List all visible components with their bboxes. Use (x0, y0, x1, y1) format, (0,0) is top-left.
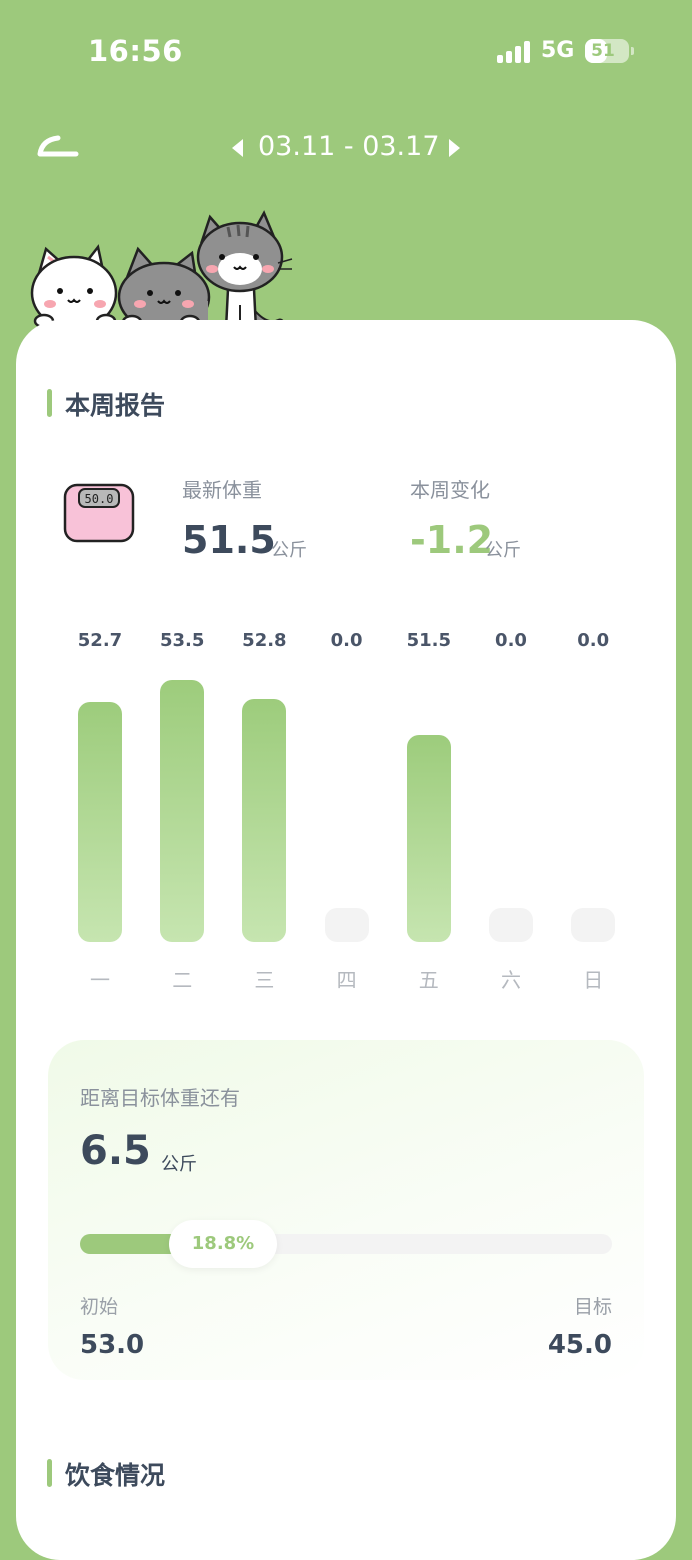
bar-value-label: 52.7 (77, 630, 123, 651)
week-range: 03.11 - 03.17 (258, 131, 440, 162)
battery-icon: 51 (585, 39, 634, 63)
bar-value-label: 53.5 (159, 630, 205, 651)
weight-bar[interactable] (78, 701, 122, 942)
day-label: 三 (254, 968, 275, 992)
next-week-icon[interactable] (444, 136, 464, 160)
target-weight-value: 45.0 (547, 1330, 612, 1360)
battery-level: 51 (591, 41, 615, 61)
weekly-change-unit: 公斤 (485, 540, 521, 561)
back-icon[interactable] (36, 132, 80, 162)
day-label: 日 (583, 968, 604, 992)
bar-value-label: 0.0 (577, 630, 610, 651)
report-card: 本周报告 50.0 最新体重 51.5 公斤 本周变化 -1.2 公斤 52.7… (16, 320, 676, 1560)
start-weight-label: 初始 (80, 1296, 119, 1318)
status-time: 16:56 (88, 34, 183, 68)
weight-bar[interactable] (160, 680, 205, 942)
network-type: 5G (541, 38, 575, 63)
scale-icon: 50.0 (63, 483, 135, 543)
weekly-change-value: -1.2 (410, 518, 494, 562)
bar-value-label: 0.0 (495, 630, 527, 651)
target-weight-label: 目标 (573, 1296, 612, 1318)
weight-bar[interactable] (406, 734, 451, 942)
weight-bar[interactable] (242, 699, 287, 942)
latest-weight-value: 51.5 (182, 518, 276, 562)
goal-progress-percent: 18.8% (169, 1220, 277, 1268)
goal-card: 距离目标体重还有 6.5 公斤 18.8% 初始 53.0 目标 45.0 (48, 1040, 644, 1380)
previous-week-icon[interactable] (228, 136, 248, 160)
weight-bar[interactable] (571, 908, 616, 942)
day-label: 六 (501, 968, 521, 992)
weight-bar[interactable] (324, 908, 369, 942)
weight-bar[interactable] (489, 908, 533, 942)
day-label: 二 (172, 968, 193, 992)
day-label: 一 (90, 968, 110, 992)
latest-weight-label: 最新体重 (182, 478, 262, 502)
goal-remaining-label: 距离目标体重还有 (80, 1086, 240, 1110)
signal-icon (497, 41, 531, 63)
start-weight-value: 53.0 (80, 1330, 145, 1360)
scale-display: 50.0 (85, 492, 114, 506)
status-bar: 16:56 5G 51 (0, 0, 692, 100)
goal-remaining-unit: 公斤 (161, 1154, 197, 1175)
bar-value-label: 51.5 (406, 630, 451, 651)
goal-progress-bar: 18.8% (80, 1220, 612, 1268)
weekly-report-title: 本周报告 (47, 386, 165, 422)
goal-remaining-value: 6.5 (80, 1128, 151, 1174)
day-label: 四 (336, 968, 357, 992)
latest-weight-unit: 公斤 (271, 540, 307, 561)
bar-value-label: 52.8 (242, 630, 287, 651)
diet-title: 饮食情况 (47, 1456, 165, 1492)
goal-progress-fill (80, 1234, 181, 1254)
week-navigator: 03.11 - 03.17 (228, 128, 464, 168)
weekly-change-label: 本周变化 (410, 478, 490, 502)
bar-value-label: 0.0 (330, 630, 363, 651)
day-label: 五 (418, 968, 439, 992)
